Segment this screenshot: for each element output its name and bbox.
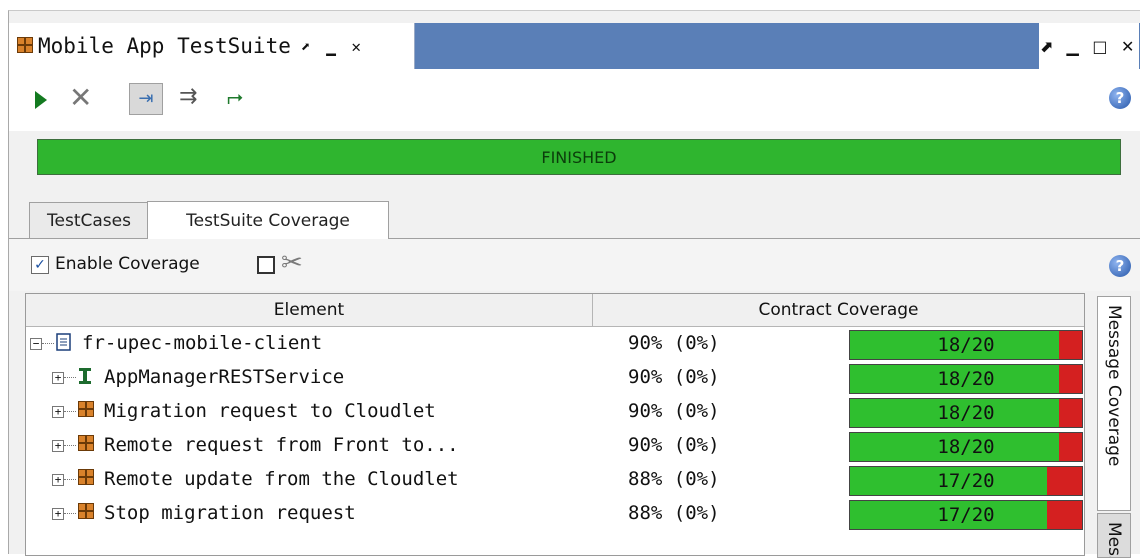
testsuite-icon [78,401,94,422]
expand-icon[interactable]: + [52,372,64,384]
new-testcase-icon[interactable]: ⮣ [227,84,243,108]
coverage-percent: 90% (0%) [628,366,720,388]
expand-icon[interactable]: + [52,474,64,486]
coverage-bar-label: 17/20 [937,504,995,526]
tree-row-name: Stop migration request [104,502,356,524]
tree-connector [64,411,76,412]
testsuite-panel: Mobile App TestSuite ⬈ ▁ ✕ ⬈ ▁ □ ✕ ✕ ⇥ ⇉… [8,10,1140,558]
side-tab-message[interactable]: Mess [1097,513,1131,558]
expand-icon[interactable]: + [52,508,64,520]
coverage-tree-table: Element Contract Coverage − fr-upec-mobil… [25,293,1085,556]
tree-row-name: Remote request from Front to... [104,434,459,456]
view-tab-strip: Mobile App TestSuite ⬈ ▁ ✕ ⬈ ▁ □ ✕ [9,23,1140,69]
column-header-label: Element [273,300,345,320]
coverage-percent: 88% (0%) [628,502,720,524]
tree-connector [42,343,54,344]
view-tab-mobile-app-testsuite[interactable]: Mobile App TestSuite ⬈ ▁ ✕ [9,23,415,69]
play-icon[interactable] [35,91,47,109]
coverage-bar: 17/20 [849,466,1083,496]
window-controls[interactable]: ⬈ ▁ □ ✕ [1039,23,1139,69]
tree-row[interactable]: + AppManagerRESTService 90% (0%) 18/20 [26,361,1084,395]
enable-coverage-label: Enable Coverage [55,254,200,274]
sequential-icon[interactable]: ⇥ [129,83,163,115]
tree-row[interactable]: + Remote update from the Cloudlet 88% (0%)… [26,463,1084,497]
cancel-icon[interactable]: ✕ [69,83,92,113]
tree-connector [64,479,76,480]
tree-row[interactable]: − fr-upec-mobile-client 90% (0%) 18/20 [26,327,1084,361]
expand-icon[interactable]: + [52,440,64,452]
testsuite-icon [78,435,94,456]
tree-row-name: AppManagerRESTService [104,366,345,388]
side-tab-message-coverage[interactable]: Message Coverage [1097,296,1131,511]
coverage-bar-label: 18/20 [937,368,995,390]
parallel-icon[interactable]: ⇉ [179,84,197,109]
testsuite-icon [78,503,94,524]
coverage-bar-label: 18/20 [937,436,995,458]
help-icon[interactable]: ? [1109,87,1131,109]
view-title: Mobile App TestSuite [38,34,291,58]
interface-icon [78,367,92,390]
tree-connector [64,377,76,378]
help-icon[interactable]: ? [1109,255,1131,277]
tree-connector [64,513,76,514]
coverage-percent: 88% (0%) [628,468,720,490]
tree-connector [64,445,76,446]
toolbar: ✕ ⇥ ⇉ ⮣ ? [9,69,1140,131]
coverage-bar-label: 18/20 [937,334,995,356]
collapse-icon[interactable]: − [30,338,42,350]
coverage-bar: 18/20 [849,330,1083,360]
coverage-percent: 90% (0%) [628,434,720,456]
tree-row-name: Remote update from the Cloudlet [104,468,459,490]
coverage-toolbar: ✓ Enable Coverage ✂ ? [9,239,1140,291]
coverage-bar-label: 17/20 [937,470,995,492]
coverage-percent: 90% (0%) [628,332,720,354]
enable-coverage-checkbox[interactable]: ✓ [31,256,49,274]
square-button[interactable] [257,256,275,274]
column-header-contract-coverage[interactable]: Contract Coverage [593,294,1084,327]
tree-row[interactable]: + Migration request to Cloudlet 90% (0%) 18… [26,395,1084,429]
progress-label: FINISHED [541,147,617,167]
coverage-bar: 18/20 [849,432,1083,462]
coverage-bar-label: 18/20 [937,402,995,424]
scissors-icon[interactable]: ✂ [281,248,303,278]
tree-row-name: Migration request to Cloudlet [104,400,436,422]
expand-icon[interactable]: + [52,406,64,418]
tab-label: TestSuite Coverage [186,210,350,231]
grid-icon [17,34,33,58]
progress-bar: FINISHED [37,139,1121,175]
coverage-bar: 18/20 [849,364,1083,394]
tree-row-name: fr-upec-mobile-client [82,332,323,354]
tab-label: TestCases [47,211,131,231]
project-icon [56,333,72,356]
tab-controls[interactable]: ⬈ ▁ ✕ [301,37,364,56]
side-tab-label: Message Coverage [1104,305,1124,467]
tab-testcases[interactable]: TestCases [29,202,149,239]
coverage-bar: 17/20 [849,500,1083,530]
column-header-label: Contract Coverage [758,300,919,320]
tree-row[interactable]: + Stop migration request 88% (0%) 17/20 [26,497,1084,531]
tab-testsuite-coverage[interactable]: TestSuite Coverage [147,201,389,239]
column-header-element[interactable]: Element [26,294,593,327]
coverage-bar: 18/20 [849,398,1083,428]
testsuite-icon [78,469,94,490]
coverage-percent: 90% (0%) [628,400,720,422]
tree-row[interactable]: + Remote request from Front to... 90% (0%)… [26,429,1084,463]
